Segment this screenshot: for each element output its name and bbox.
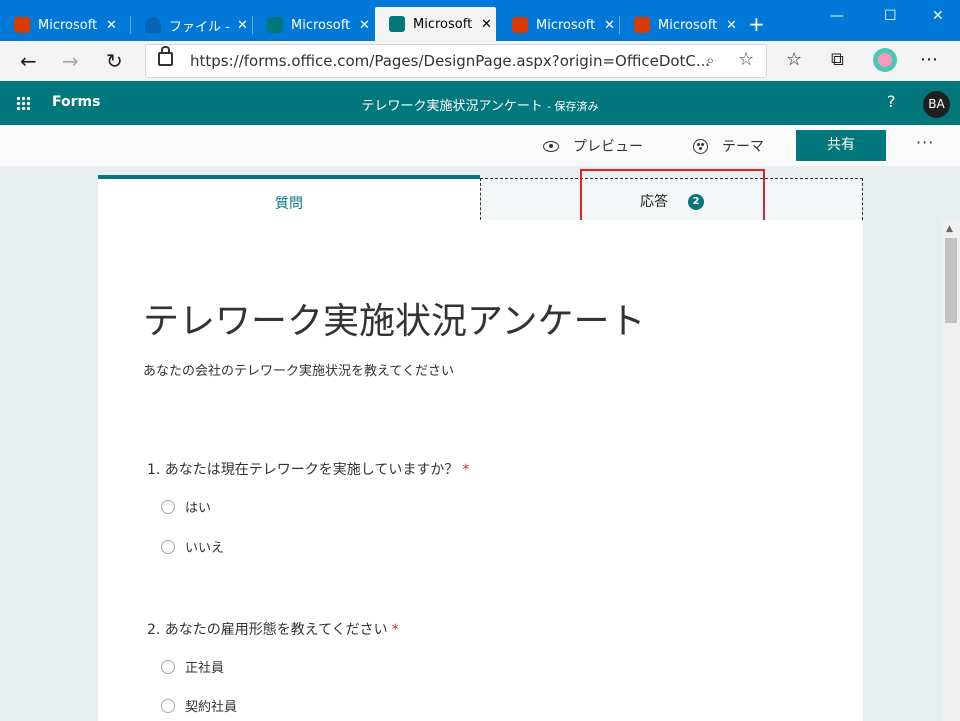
option-label: はい [185,501,212,516]
browser-tab-6[interactable]: Microsoft ✕ [620,9,740,41]
close-tab-icon[interactable]: ✕ [726,18,737,33]
share-button[interactable]: 共有 [796,130,886,161]
zoom-icon[interactable]: ⌕ [706,51,714,69]
document-title-text: テレワーク実施状況アンケート [361,99,543,114]
tab-label: Microsoft [291,17,351,33]
forward-icon[interactable]: → [62,49,79,73]
option-item[interactable]: 契約社員 [161,696,237,715]
preview-label: プレビュー [573,139,643,155]
question-text: 2. あなたの雇用形態を教えてください [147,622,388,638]
option-label: 契約社員 [185,700,238,715]
close-tab-icon[interactable]: ✕ [237,18,248,33]
required-mark: * [462,462,470,478]
refresh-icon[interactable]: ↻ [106,49,123,73]
scrollbar-thumb[interactable] [945,238,957,323]
close-tab-icon[interactable]: ✕ [359,18,370,33]
onedrive-icon [145,17,161,33]
close-tab-icon[interactable]: ✕ [604,18,615,33]
new-tab-icon[interactable]: + [748,12,765,36]
option-label: いいえ [185,541,225,556]
radio-button[interactable] [161,499,175,514]
forms-icon [389,16,405,32]
question-2[interactable]: 2. あなたの雇用形態を教えてください * [147,619,399,639]
minimize-icon[interactable]: — [830,8,844,24]
close-tab-icon[interactable]: ✕ [106,18,117,33]
more-options-icon[interactable]: ··· [916,133,934,152]
browser-tab-bar: Microsoft ✕ ファイル - O ✕ Microsoft ✕ Micro… [0,0,960,41]
option-item[interactable]: いいえ [161,537,224,556]
browser-tab-1[interactable]: Microsoft ✕ [0,9,128,41]
profile-extension-icon[interactable] [873,48,897,72]
option-label: 正社員 [185,661,225,676]
radio-button[interactable] [161,539,175,554]
preview-button[interactable]: プレビュー [543,136,643,156]
tab-label: Microsoft [536,17,596,33]
required-mark: * [391,622,399,638]
url-text[interactable]: https://forms.office.com/Pages/DesignPag… [190,52,710,70]
tab-questions[interactable]: 質問 [98,175,480,220]
browser-tab-4-active[interactable]: Microsoft ✕ [375,7,496,41]
tab-label: Microsoft [413,16,473,32]
browser-tab-5[interactable]: Microsoft ✕ [498,9,618,41]
address-bar[interactable]: https://forms.office.com/Pages/DesignPag… [145,44,767,78]
favorites-icon[interactable]: ☆ [786,49,802,70]
tab-questions-label: 質問 [275,196,303,212]
favorite-star-icon[interactable]: ☆ [738,49,754,70]
forms-header: Forms テレワーク実施状況アンケート - 保存済み ? BA [0,81,960,125]
back-icon[interactable]: ← [20,49,37,73]
settings-more-icon[interactable]: ⋯ [920,49,938,70]
collections-icon[interactable]: ⧉ [831,49,844,70]
form-title[interactable]: テレワーク実施状況アンケート [143,292,646,344]
close-window-icon[interactable]: ✕ [932,8,944,24]
close-tab-icon[interactable]: ✕ [481,17,492,32]
office-icon [512,17,528,33]
form-card: テレワーク実施状況アンケート あなたの会社のテレワーク実施状況を教えてください … [98,220,863,721]
option-item[interactable]: 正社員 [161,657,224,676]
maximize-icon[interactable]: ☐ [884,8,897,24]
eye-icon [543,140,559,152]
theme-label: テーマ [722,139,764,155]
browser-tab-3[interactable]: Microsoft ✕ [253,9,373,41]
browser-toolbar: ← → ↻ https://forms.office.com/Pages/Des… [0,41,960,81]
browser-tab-2[interactable]: ファイル - O ✕ [131,9,251,41]
office-icon [634,17,650,33]
help-icon[interactable]: ? [887,92,896,111]
command-bar: プレビュー テーマ 共有 ··· [0,125,960,166]
office-icon [14,17,30,33]
save-status: - 保存済み [547,100,599,113]
lock-icon [158,46,173,66]
radio-button[interactable] [161,659,175,674]
radio-button[interactable] [161,698,175,713]
form-description[interactable]: あなたの会社のテレワーク実施状況を教えてください [143,360,454,379]
question-1[interactable]: 1. あなたは現在テレワークを実施していますか？ * [147,459,469,479]
scroll-up-arrow-icon[interactable]: ▲ [946,224,953,234]
tab-label: Microsoft [38,17,98,33]
question-text: 1. あなたは現在テレワークを実施していますか？ [147,462,459,478]
forms-icon [267,17,283,33]
avatar[interactable]: BA [923,91,950,118]
theme-button[interactable]: テーマ [693,136,764,156]
palette-icon [693,138,708,154]
option-item[interactable]: はい [161,497,211,516]
document-title: テレワーク実施状況アンケート - 保存済み [0,95,960,114]
tab-label: Microsoft [658,17,718,33]
tab-label: ファイル - O [169,19,231,35]
